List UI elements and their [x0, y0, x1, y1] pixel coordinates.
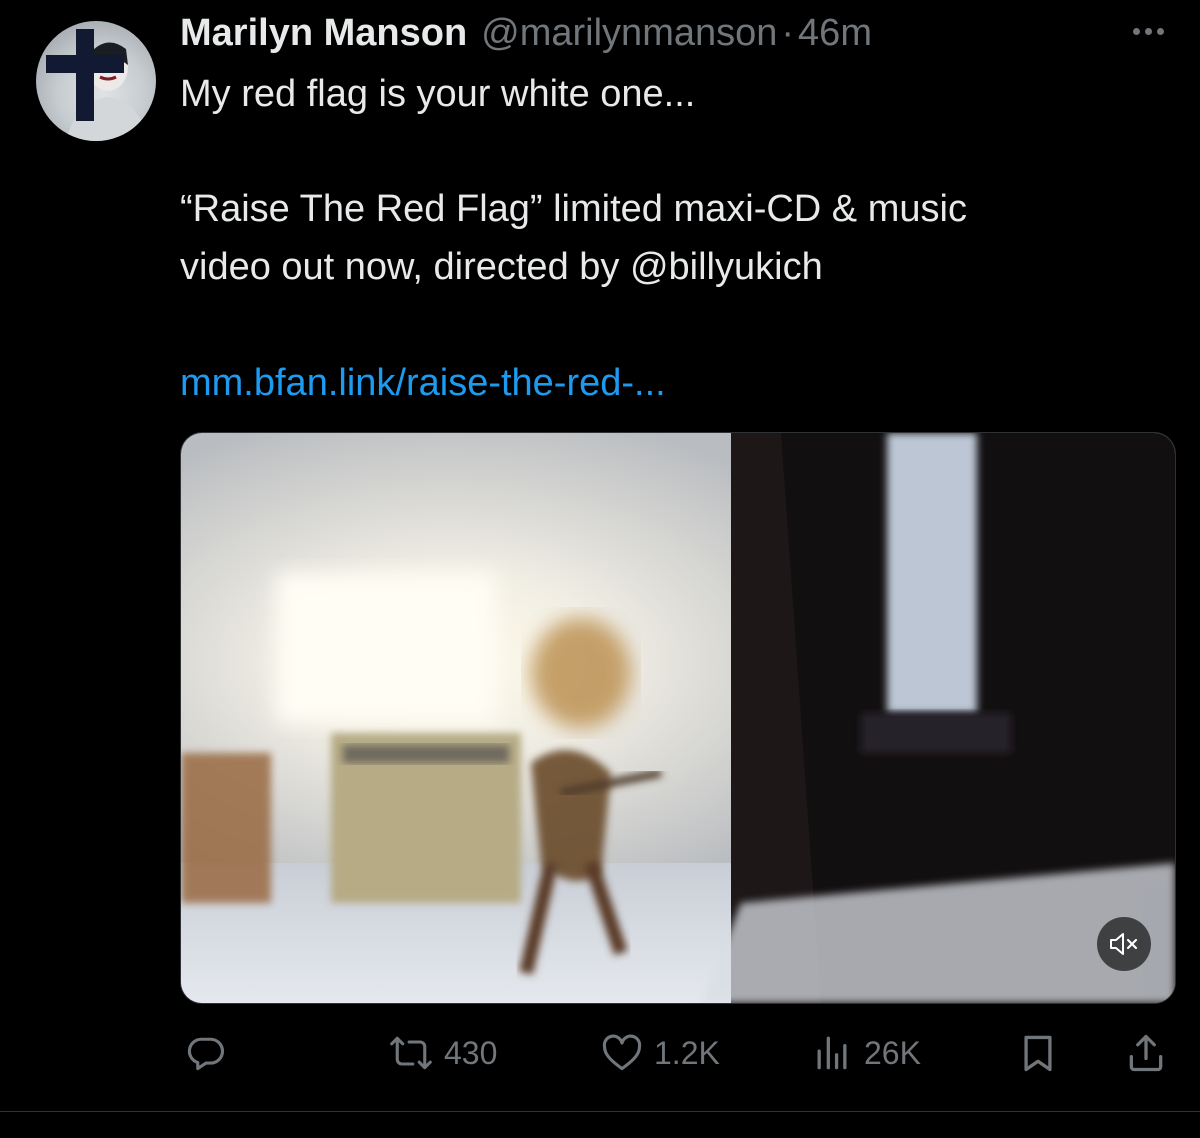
tweet-link[interactable]: mm.bfan.link/raise-the-red-... [180, 355, 666, 411]
divider [0, 1111, 1200, 1112]
retweet-icon [390, 1036, 432, 1070]
like-count: 1.2K [654, 1034, 720, 1071]
timestamp[interactable]: 46m [798, 12, 872, 55]
like-button[interactable]: 1.2K [600, 1024, 720, 1082]
video-frame [181, 433, 1175, 1003]
comment-icon [187, 1037, 225, 1071]
avatar[interactable] [36, 21, 156, 141]
video-player[interactable] [180, 432, 1176, 1004]
separator-dot: · [781, 12, 795, 54]
author-handle[interactable]: @marilynmanson [481, 12, 777, 55]
tweet-text-line: My red flag is your white one... [180, 73, 696, 115]
retweet-button[interactable]: 430 [388, 1024, 497, 1082]
share-button[interactable] [1124, 1024, 1168, 1082]
tweet-text-line: “Raise The Red Flag” limited maxi-CD & m… [180, 188, 967, 230]
retweet-count: 430 [444, 1034, 498, 1071]
views-button[interactable]: 26K [810, 1024, 921, 1082]
bookmark-icon [1024, 1035, 1052, 1072]
bar-chart-icon [817, 1036, 847, 1070]
bookmark-button[interactable] [1016, 1024, 1060, 1082]
share-icon [1129, 1034, 1163, 1072]
mute-button[interactable] [1097, 917, 1151, 971]
author-name[interactable]: Marilyn Manson [180, 12, 467, 55]
avatar-image [46, 29, 148, 141]
more-options-icon[interactable] [1126, 16, 1170, 46]
speaker-muted-icon [1110, 933, 1138, 955]
tweet-header: Marilyn Manson @marilynmanson · 46m [180, 12, 872, 56]
tweet-text-line: video out now, directed by @billyukich [180, 246, 823, 288]
heart-icon [602, 1034, 642, 1071]
reply-button[interactable] [184, 1024, 228, 1082]
action-bar: 430 1.2K 26K [0, 1024, 1200, 1084]
view-count: 26K [864, 1034, 921, 1071]
